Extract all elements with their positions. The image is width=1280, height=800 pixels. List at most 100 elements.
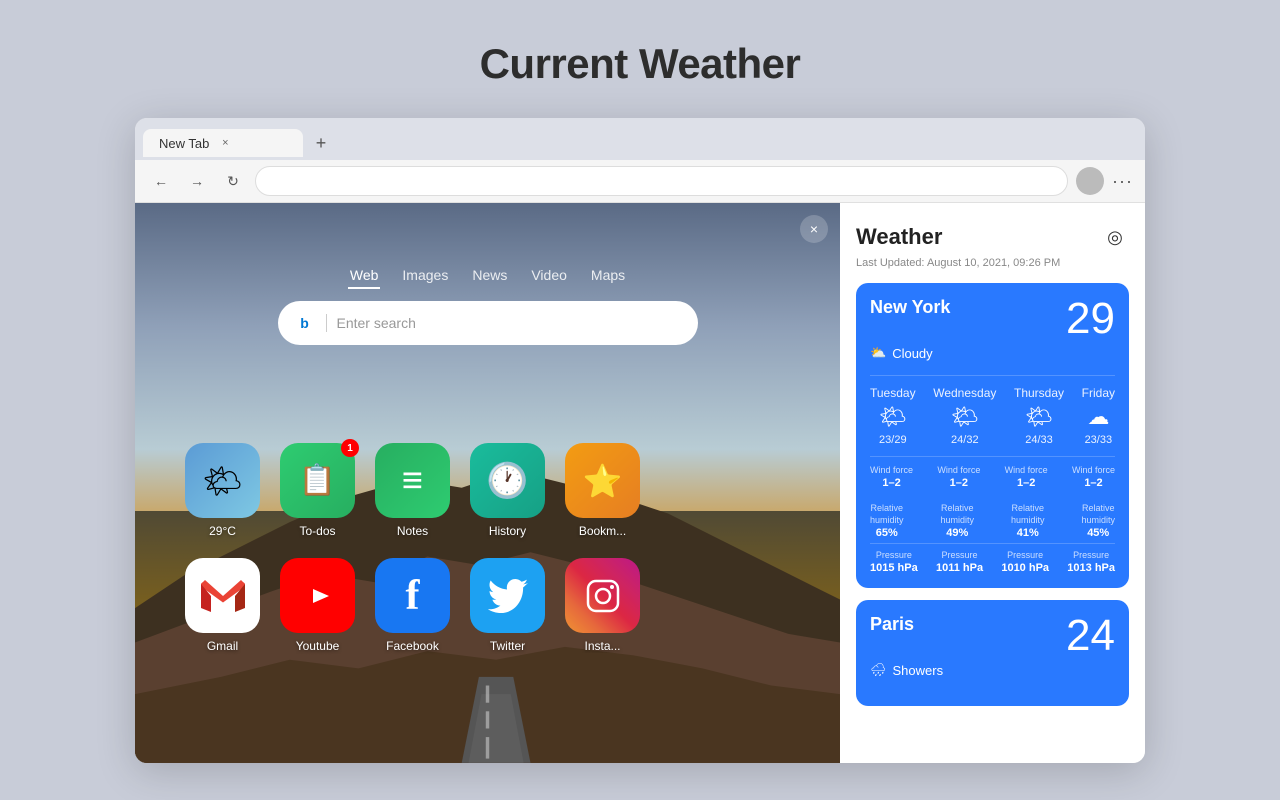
gmail-icon (185, 558, 260, 633)
humidity-friday: Relative humidity 45% (1081, 503, 1115, 539)
humidity-label: Relative (1082, 503, 1115, 513)
humidity-label: Relative (941, 503, 974, 513)
day-icon: 🌤 (879, 404, 907, 430)
day-name: Friday (1082, 386, 1115, 400)
paris-temp: 24 (1066, 614, 1115, 658)
day-temp: 24/32 (951, 434, 979, 446)
pressure-value: 1011 hPa (936, 562, 983, 574)
browser-window: New Tab × + ← → ↻ ··· (135, 118, 1145, 763)
new-tab-close-button[interactable]: × (800, 215, 828, 243)
new-tab-button[interactable]: + (307, 129, 335, 157)
app-todo[interactable]: 📋 1 To-dos (280, 443, 355, 538)
wind-force-section: Wind force 1–2 Wind force 1–2 Wind force… (870, 456, 1115, 489)
day-name: Tuesday (870, 386, 916, 400)
wind-thursday: Wind force 1–2 (1005, 465, 1048, 489)
bookmarks-icon: ⭐ (565, 443, 640, 518)
day-name: Wednesday (933, 386, 996, 400)
humidity-label2: humidity (1081, 515, 1115, 525)
tab-close-button[interactable]: × (217, 135, 233, 151)
humidity-label: Relative (1011, 503, 1044, 513)
search-tab-news[interactable]: News (470, 263, 509, 289)
day-temp: 24/33 (1025, 434, 1053, 446)
more-options-button[interactable]: ··· (1112, 171, 1133, 192)
weather-title: Weather (856, 224, 942, 250)
day-icon: ☁ (1087, 404, 1109, 430)
wind-tuesday: Wind force 1–2 (870, 465, 913, 489)
app-icons-row2: Gmail Youtube (175, 558, 800, 653)
youtube-label: Youtube (296, 639, 340, 653)
notes-icon: ≡ (375, 443, 450, 518)
day-name: Thursday (1014, 386, 1064, 400)
wind-friday: Wind force 1–2 (1072, 465, 1115, 489)
forecast-row: Tuesday 🌤 23/29 Wednesday 🌤 24/32 Thursd… (870, 375, 1115, 446)
wind-value: 1–2 (1017, 477, 1035, 489)
active-tab[interactable]: New Tab × (143, 129, 303, 157)
back-button[interactable]: ← (147, 167, 175, 195)
address-bar[interactable] (255, 166, 1068, 196)
day-temp: 23/29 (879, 434, 907, 446)
paris-condition-text: Showers (893, 663, 944, 678)
app-instagram[interactable]: Insta... (565, 558, 640, 653)
wind-label: Wind force (1072, 465, 1115, 475)
app-icons-row1: 🌤 29°C 📋 1 To-dos ≡ (175, 443, 800, 538)
search-tab-images[interactable]: Images (400, 263, 450, 289)
weather-icon: 🌤 (185, 443, 260, 518)
city-condition: ⛅ Cloudy (870, 345, 1115, 361)
pressure-label: Pressure (876, 550, 912, 560)
instagram-label: Insta... (584, 639, 620, 653)
condition-text: Cloudy (892, 346, 932, 361)
profile-avatar[interactable] (1076, 167, 1104, 195)
humidity-wednesday: Relative humidity 49% (940, 503, 974, 539)
app-weather[interactable]: 🌤 29°C (185, 443, 260, 538)
app-gmail[interactable]: Gmail (185, 558, 260, 653)
wind-label: Wind force (870, 465, 913, 475)
search-section: Web Images News Video Maps b Enter searc… (135, 263, 840, 345)
app-notes[interactable]: ≡ Notes (375, 443, 450, 538)
humidity-value: 41% (1017, 527, 1039, 539)
paris-header: Paris 24 (870, 614, 1115, 658)
search-tabs: Web Images News Video Maps (348, 263, 627, 289)
humidity-label2: humidity (940, 515, 974, 525)
new-tab-page: × Web Images News Video Maps b Enter sea… (135, 203, 840, 763)
search-tab-web[interactable]: Web (348, 263, 381, 289)
paris-condition-icon: 🌧 (870, 662, 887, 678)
pressure-friday: Pressure 1013 hPa (1067, 550, 1115, 574)
app-facebook[interactable]: f Facebook (375, 558, 450, 653)
search-tab-maps[interactable]: Maps (589, 263, 627, 289)
location-icon[interactable]: ◎ (1101, 223, 1129, 251)
search-bar: b Enter search (278, 301, 698, 345)
refresh-button[interactable]: ↻ (219, 167, 247, 195)
forecast-friday: Friday ☁ 23/33 (1082, 386, 1115, 446)
weather-panel: Weather ◎ Last Updated: August 10, 2021,… (840, 203, 1145, 763)
page-title: Current Weather (480, 40, 801, 88)
tab-label: New Tab (159, 136, 209, 151)
humidity-label: Relative (871, 503, 904, 513)
wind-value: 1–2 (950, 477, 968, 489)
pressure-thursday: Pressure 1010 hPa (1001, 550, 1049, 574)
wind-label: Wind force (1005, 465, 1048, 475)
pressure-label: Pressure (1007, 550, 1043, 560)
pressure-value: 1010 hPa (1001, 562, 1049, 574)
twitter-label: Twitter (490, 639, 525, 653)
search-placeholder[interactable]: Enter search (337, 315, 682, 331)
app-twitter[interactable]: Twitter (470, 558, 545, 653)
humidity-value: 49% (946, 527, 968, 539)
day-temp: 23/33 (1085, 434, 1113, 446)
paris-condition: 🌧 Showers (870, 662, 1115, 678)
weather-label: 29°C (209, 524, 236, 538)
humidity-label2: humidity (1011, 515, 1045, 525)
pressure-section: Pressure 1015 hPa Pressure 1011 hPa Pres… (870, 543, 1115, 574)
search-tab-video[interactable]: Video (529, 263, 569, 289)
humidity-value: 65% (876, 527, 898, 539)
facebook-label: Facebook (386, 639, 439, 653)
pressure-value: 1013 hPa (1067, 562, 1115, 574)
app-bookmarks[interactable]: ⭐ Bookm... (565, 443, 640, 538)
todo-icon: 📋 1 (280, 443, 355, 518)
navigation-bar: ← → ↻ ··· (135, 160, 1145, 203)
app-youtube[interactable]: Youtube (280, 558, 355, 653)
history-icon: 🕐 (470, 443, 545, 518)
app-history[interactable]: 🕐 History (470, 443, 545, 538)
city-temp: 29 (1066, 297, 1115, 341)
forward-button[interactable]: → (183, 167, 211, 195)
youtube-icon (280, 558, 355, 633)
